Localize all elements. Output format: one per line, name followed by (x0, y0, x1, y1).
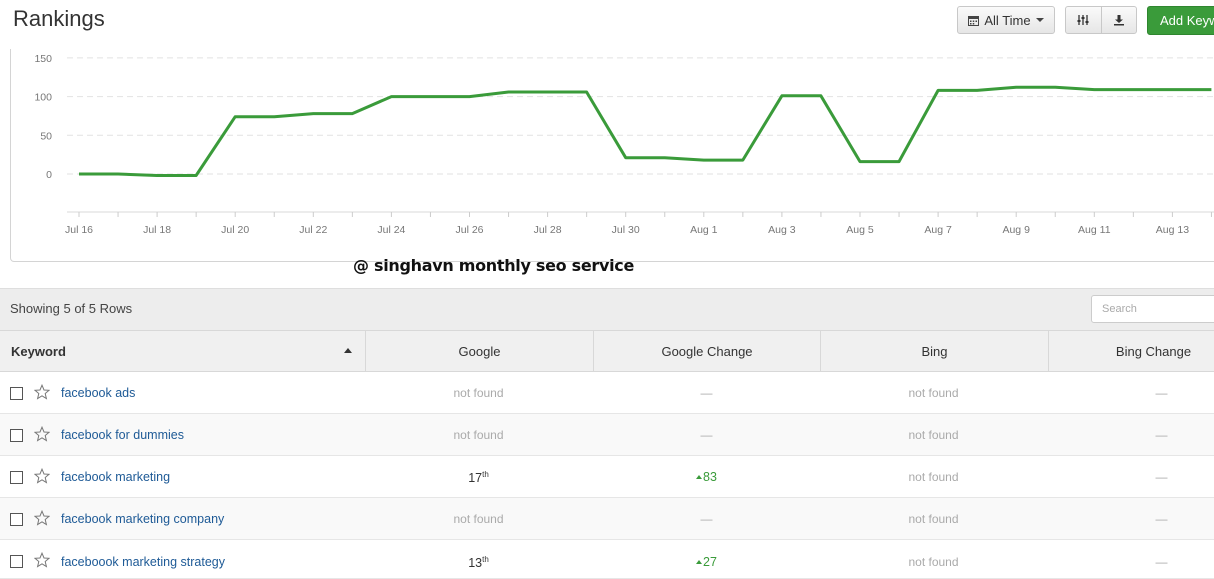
y-tick-label: 100 (34, 92, 52, 104)
column-header-keyword[interactable]: Keyword (0, 331, 365, 371)
bing-change: — (1155, 428, 1168, 442)
bing-rank: not found (908, 512, 959, 526)
google-change: — (700, 386, 713, 400)
table-row: faceboook marketing strategy 13th 27 not… (0, 540, 1214, 579)
calendar-icon (968, 15, 980, 26)
x-tick-label: Jul 18 (143, 224, 171, 236)
keyword-link[interactable]: facebook marketing company (61, 512, 224, 526)
x-tick-label: Aug 5 (846, 224, 874, 236)
table-row: facebook marketing company not found — n… (0, 498, 1214, 540)
google-change: 27 (593, 555, 820, 569)
google-change: 83 (593, 470, 820, 484)
x-tick-label: Jul 28 (534, 224, 562, 236)
x-tick-label: Aug 1 (690, 224, 718, 236)
keyword-link[interactable]: facebook for dummies (61, 428, 184, 442)
x-tick-label: Aug 3 (768, 224, 796, 236)
table-toolbar: Showing 5 of 5 Rows (0, 288, 1214, 331)
y-tick-label: 50 (40, 130, 52, 142)
bing-rank: not found (908, 555, 959, 569)
column-header-bing[interactable]: Bing (820, 331, 1048, 371)
row-checkbox[interactable] (10, 555, 23, 568)
bing-rank: not found (908, 470, 959, 484)
add-keywords-button[interactable]: Add Keywords (1147, 6, 1214, 35)
page-title: Rankings (13, 6, 105, 31)
table-row: facebook marketing 17th 83 not found — (0, 456, 1214, 498)
y-tick-label: 150 (34, 53, 52, 65)
arrow-up-icon (696, 475, 703, 479)
column-header-google[interactable]: Google (365, 331, 593, 371)
settings-button[interactable] (1066, 7, 1101, 33)
star-icon[interactable] (34, 384, 50, 400)
date-range-dropdown[interactable]: All Time (957, 6, 1055, 34)
chart-tools-group (1065, 6, 1137, 34)
bing-rank: not found (908, 428, 959, 442)
bing-rank: not found (908, 386, 959, 400)
x-tick-label: Jul 22 (299, 224, 327, 236)
x-tick-label: Jul 16 (65, 224, 93, 236)
sort-ascending-icon[interactable] (344, 348, 352, 353)
bing-change: — (1155, 555, 1168, 569)
keyword-link[interactable]: faceboook marketing strategy (61, 555, 225, 569)
star-icon[interactable] (34, 510, 50, 526)
row-checkbox[interactable] (10, 513, 23, 526)
download-icon (1113, 15, 1124, 26)
table-header: Keyword Google Google Change Bing Bing C… (0, 330, 1214, 372)
bing-change: — (1155, 386, 1168, 400)
google-change: — (700, 428, 713, 442)
watermark-text: @ singhavn monthly seo service (353, 256, 635, 275)
row-checkbox[interactable] (10, 471, 23, 484)
column-header-google-change[interactable]: Google Change (593, 331, 820, 371)
x-tick-label: Jul 24 (377, 224, 405, 236)
date-range-label: All Time (984, 12, 1031, 28)
x-tick-label: Jul 26 (455, 224, 483, 236)
row-checkbox[interactable] (10, 387, 23, 400)
x-tick-label: Aug 9 (1002, 224, 1030, 236)
bing-change: — (1155, 512, 1168, 526)
google-rank: 13th (468, 555, 489, 571)
rankings-chart-panel: 0 50 100 150 Jul 16 Jul 18 Jul 20 Jul 22 Jul 24 J… (10, 49, 1214, 262)
page-header: Rankings All Time Add Keyw (0, 0, 1214, 50)
x-tick-label: Jul 30 (612, 224, 640, 236)
series-line (79, 85, 1212, 177)
table-row: facebook ads not found — not found — (0, 372, 1214, 414)
google-rank: not found (453, 386, 504, 400)
google-rank: not found (453, 512, 504, 526)
google-rank: 17th (468, 470, 489, 486)
x-tick-label: Aug 11 (1078, 224, 1111, 236)
keyword-link[interactable]: facebook marketing (61, 470, 170, 484)
google-rank: not found (453, 428, 504, 442)
sliders-icon (1077, 15, 1089, 25)
arrow-up-icon (696, 560, 703, 564)
bing-change: — (1155, 470, 1168, 484)
keyword-link[interactable]: facebook ads (61, 386, 135, 400)
row-checkbox[interactable] (10, 429, 23, 442)
star-icon[interactable] (34, 468, 50, 484)
star-icon[interactable] (34, 426, 50, 442)
search-input[interactable] (1091, 295, 1214, 323)
download-button[interactable] (1100, 7, 1137, 33)
star-icon[interactable] (34, 552, 50, 568)
column-header-bing-change[interactable]: Bing Change (1048, 331, 1214, 371)
x-tick-label: Aug 7 (924, 224, 952, 236)
google-change: — (700, 512, 713, 526)
rankings-line-chart: 0 50 100 150 Jul 16 Jul 18 Jul 20 Jul 22 Jul 24 J… (34, 53, 1214, 236)
row-count: Showing 5 of 5 Rows (10, 301, 133, 316)
table-row: facebook for dummies not found — not fou… (0, 414, 1214, 456)
y-tick-label: 0 (46, 169, 52, 181)
chevron-down-icon (1035, 18, 1044, 22)
x-tick-label: Aug 13 (1156, 224, 1189, 236)
x-tick-label: Jul 20 (221, 224, 249, 236)
